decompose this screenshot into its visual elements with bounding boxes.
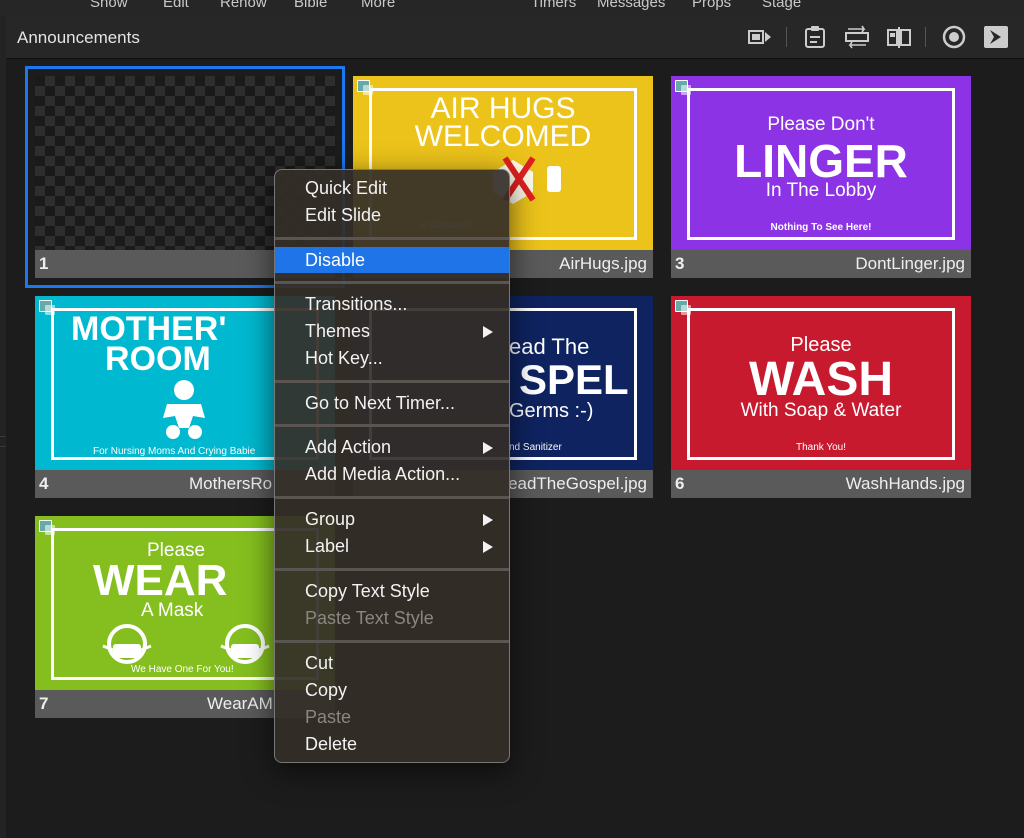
- menu-item-label-text: Label: [305, 536, 350, 556]
- menu-renow[interactable]: Renow: [220, 0, 267, 11]
- menu-stage[interactable]: Stage: [762, 0, 801, 11]
- menu-more[interactable]: More: [361, 0, 395, 11]
- slide-filename: WashHands.jpg: [845, 474, 965, 493]
- menu-item-quick-edit[interactable]: Quick Edit: [275, 175, 509, 201]
- context-menu: Quick Edit Edit Slide Disable Transition…: [274, 169, 510, 763]
- image-badge-icon: [357, 80, 373, 95]
- menu-show[interactable]: Show: [90, 0, 128, 11]
- submenu-arrow-icon: [483, 442, 493, 454]
- menu-item-cut[interactable]: Cut: [275, 650, 509, 676]
- slide-filename: MothersRo: [189, 474, 273, 493]
- playlist-header: Announcements: [6, 16, 1024, 59]
- menu-separator: [275, 640, 509, 643]
- slide-thumbnail-3[interactable]: Please Don't LINGER In The Lobby Nothing…: [671, 76, 971, 278]
- toolbar-separator: [925, 27, 926, 47]
- menu-separator: [275, 496, 509, 499]
- slide-headline: SPEL: [519, 356, 629, 403]
- image-badge-icon: [39, 300, 55, 315]
- menu-item-disable[interactable]: Disable: [275, 247, 509, 273]
- compare-icon[interactable]: [885, 23, 913, 51]
- menu-timers[interactable]: Timers: [531, 0, 576, 11]
- slide-subtext: Nothing To See Here!: [770, 222, 872, 233]
- slide-number: 6: [675, 474, 685, 493]
- menu-edit[interactable]: Edit: [163, 0, 189, 11]
- slide-subtext: With Soap & Water: [740, 400, 902, 421]
- slide-number: 1: [39, 254, 49, 273]
- slide-show-icon[interactable]: [746, 23, 774, 51]
- menu-item-paste-text-style: Paste Text Style: [305, 608, 434, 628]
- menu-item-label: Add Action: [305, 437, 392, 457]
- menu-item-label[interactable]: Label: [275, 533, 509, 559]
- baby-icon: [163, 380, 205, 439]
- menu-item-label: Group: [305, 509, 356, 529]
- slide-filename: WearAM: [207, 694, 273, 713]
- submenu-arrow-icon: [483, 541, 493, 553]
- menu-separator: [275, 424, 509, 427]
- slide-caption: 6 WashHands.jpg: [671, 470, 971, 498]
- menu-item-paste: Paste: [305, 707, 352, 727]
- slide-number: 3: [675, 254, 685, 273]
- menu-item-copy-text-style[interactable]: Copy Text Style: [275, 578, 509, 604]
- menu-item-delete[interactable]: Delete: [275, 731, 509, 757]
- menu-item-hot-key[interactable]: Hot Key...: [275, 345, 509, 371]
- mask-icon: [102, 624, 152, 664]
- slide-preview: Please WASH With Soap & Water Thank You!: [671, 296, 971, 470]
- left-panel-edge: [0, 16, 6, 838]
- slide-number: 4: [39, 474, 49, 493]
- header-toolbar: [732, 23, 1010, 51]
- menu-item-themes[interactable]: Themes: [275, 318, 509, 344]
- menu-item-group[interactable]: Group: [275, 506, 509, 532]
- menu-separator: [275, 568, 509, 571]
- mask-icon: [220, 624, 270, 664]
- slide-subtext: Thank You!: [795, 442, 847, 453]
- menu-item-edit-slide[interactable]: Edit Slide: [275, 202, 509, 228]
- slide-filename: eadTheGospel.jpg: [508, 474, 647, 493]
- menu-item-label: Themes: [305, 321, 371, 341]
- slide-subtext: Germs :-): [509, 400, 594, 422]
- slide-subtext: In The Lobby: [765, 180, 877, 201]
- submenu-arrow-icon: [483, 326, 493, 338]
- slide-subtext: nd Sanitizer: [509, 442, 562, 453]
- slide-headline: Please Don't: [767, 114, 875, 135]
- menu-item-next-timer[interactable]: Go to Next Timer...: [275, 390, 509, 416]
- slide-headline: WELCOMED: [414, 120, 592, 153]
- image-badge-icon: [675, 80, 691, 95]
- slide-thumbnail-6[interactable]: Please WASH With Soap & Water Thank You!…: [671, 296, 971, 498]
- toolbar-separator: [786, 27, 787, 47]
- loop-icon[interactable]: [843, 23, 871, 51]
- menu-item-copy[interactable]: Copy: [275, 677, 509, 703]
- slide-filename: DontLinger.jpg: [855, 254, 965, 273]
- slide-preview: Please Don't LINGER In The Lobby Nothing…: [671, 76, 971, 250]
- menu-props[interactable]: Props: [692, 0, 731, 11]
- slide-caption: 3 DontLinger.jpg: [671, 250, 971, 278]
- menu-item-transitions[interactable]: Transitions...: [275, 291, 509, 317]
- top-menu-bar: Show Edit Renow Bible More Timers Messag…: [0, 0, 1024, 16]
- menu-separator: [275, 281, 509, 284]
- slide-headline: WASH: [749, 353, 893, 406]
- menu-item-add-media-action[interactable]: Add Media Action...: [275, 461, 509, 487]
- record-icon[interactable]: [940, 23, 968, 51]
- menu-separator: [275, 237, 509, 240]
- play-icon[interactable]: [982, 23, 1010, 51]
- clipboard-icon[interactable]: [801, 23, 829, 51]
- image-badge-icon: [675, 300, 691, 315]
- submenu-arrow-icon: [483, 514, 493, 526]
- slide-filename: AirHugs.jpg: [559, 254, 647, 273]
- menu-messages[interactable]: Messages: [597, 0, 665, 11]
- menu-item-add-action[interactable]: Add Action: [275, 434, 509, 460]
- image-badge-icon: [39, 520, 55, 535]
- menu-separator: [275, 380, 509, 383]
- slide-number: 7: [39, 694, 49, 713]
- page-title: Announcements: [17, 28, 140, 47]
- menu-bible[interactable]: Bible: [294, 0, 327, 11]
